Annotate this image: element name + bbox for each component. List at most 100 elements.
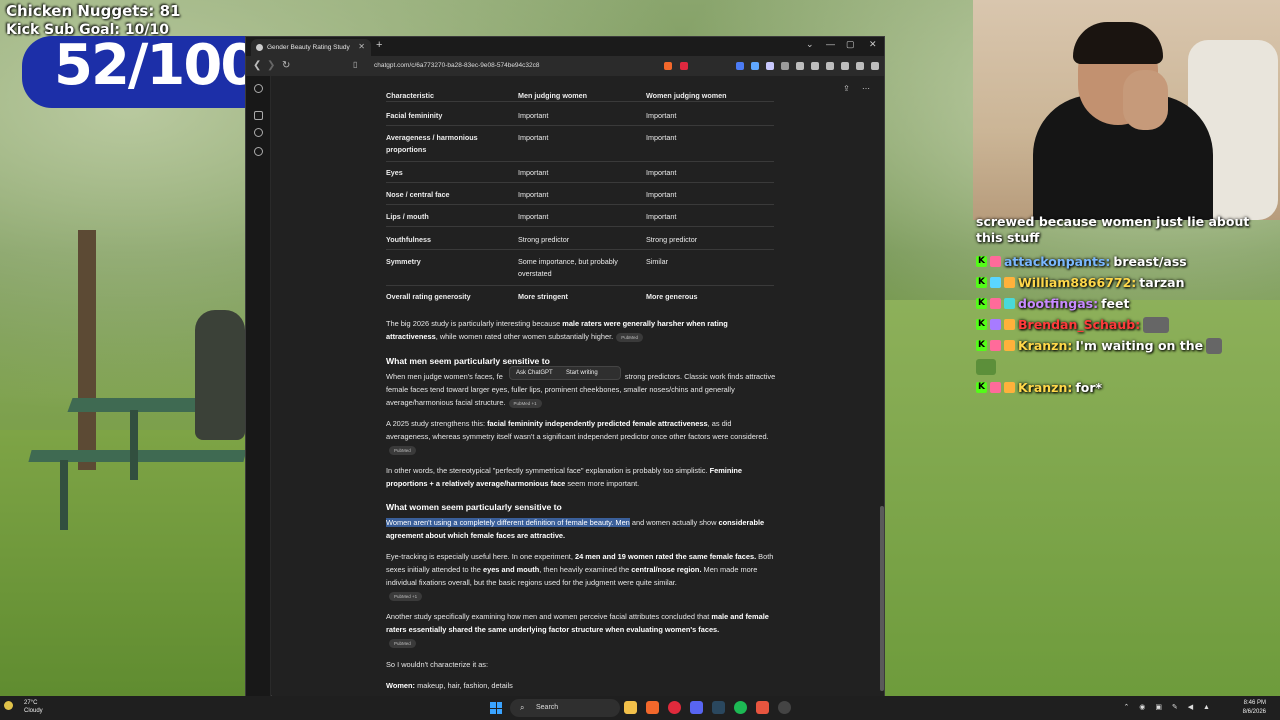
table-cell: Important	[518, 212, 549, 221]
chat-message: K Kranzn: for*	[976, 377, 1276, 398]
sub-badge-icon	[990, 298, 1001, 309]
kick-badge-icon: K	[976, 340, 987, 351]
chat-message-emote-row	[976, 356, 1276, 377]
sub-badge-icon	[990, 382, 1001, 393]
table-cell: Some importance, but probably overstated	[518, 257, 618, 278]
tab-close-icon[interactable]: ✕	[358, 42, 365, 51]
paragraph: Eye-tracking is especially useful here. …	[386, 550, 776, 603]
brave-shield-icon[interactable]	[664, 62, 672, 70]
moderator-badge-icon	[1004, 298, 1015, 309]
chatgpt-favicon-icon	[256, 44, 263, 51]
maximize-icon[interactable]: ▢	[846, 39, 855, 50]
table-cell: Important	[646, 168, 677, 177]
bench-leg	[60, 460, 68, 530]
start-writing-button[interactable]: Start writing	[566, 370, 598, 376]
paragraph: Women: makeup, hair, fashion, details	[386, 679, 776, 692]
search-icon[interactable]	[254, 128, 263, 137]
cloud-icon	[4, 701, 13, 710]
citation-pill[interactable]: PubMed +1	[508, 398, 542, 408]
forward-icon[interactable]: ❯	[267, 60, 275, 71]
sidebar-toggle-icon[interactable]	[811, 62, 819, 70]
app-icon[interactable]	[756, 701, 769, 714]
brave-rewards-icon[interactable]	[680, 62, 688, 70]
steam-icon[interactable]	[712, 701, 725, 714]
close-window-icon[interactable]: ✕	[869, 39, 877, 50]
kick-badge-icon: K	[976, 382, 987, 393]
chatgpt-logo-icon[interactable]	[254, 84, 263, 93]
sub-badge-icon	[990, 319, 1001, 330]
address-bar-row: ❮ ❯ ↻ ▯ chatgpt.com/c/6a773270-ba28-83ec…	[246, 56, 884, 76]
kick-badge-icon: K	[976, 298, 987, 309]
sub-badge-icon	[990, 256, 1001, 267]
chatgpt-sidebar	[246, 76, 271, 696]
weather-widget[interactable]: 27°C Cloudy	[4, 699, 43, 715]
text: In other words, the stereotypical "perfe…	[386, 466, 710, 475]
table-cell: Important	[646, 133, 677, 142]
emote-icon	[1206, 337, 1223, 354]
table-row: Overall rating generosity More stringent…	[386, 291, 774, 307]
tab-active[interactable]: Gender Beauty Rating Study ✕	[251, 39, 371, 56]
text: Eye-tracking is especially useful here. …	[386, 552, 575, 561]
obs-icon[interactable]	[778, 701, 791, 714]
minimize-icon[interactable]: —	[826, 39, 835, 49]
opera-icon[interactable]	[668, 701, 681, 714]
text: seem more important.	[565, 479, 640, 489]
frog-emote-icon	[976, 358, 996, 375]
citation-pill[interactable]: PubMed +1	[389, 592, 423, 602]
tab-title: Gender Beauty Rating Study	[267, 44, 350, 51]
table-cell: Important	[518, 111, 549, 120]
citation-pill[interactable]: PubMed	[616, 332, 643, 342]
more-options-icon[interactable]: ⋯	[862, 84, 870, 93]
url-field[interactable]: chatgpt.com/c/6a773270-ba28-83ec-9e08-57…	[364, 59, 664, 73]
weather-temp: 27°C	[24, 700, 38, 706]
chat-username: William8866772:	[1018, 275, 1137, 290]
chat-message: K William8866772: tarzan	[976, 272, 1276, 293]
spotify-icon[interactable]	[734, 701, 747, 714]
extension-icon[interactable]	[751, 62, 759, 70]
section-heading: What men seem particularly sensitive to	[386, 356, 550, 366]
share-icon[interactable]: ⇪	[843, 84, 850, 93]
text: makeup, hair, fashion, details	[415, 681, 513, 690]
chats-icon[interactable]	[254, 147, 263, 156]
bench-leg	[130, 410, 138, 480]
new-chat-icon[interactable]	[254, 111, 263, 120]
extension-icon[interactable]	[766, 62, 774, 70]
citation-pill[interactable]: PubMed	[389, 638, 416, 648]
taskbar-search[interactable]: ⌕ Search	[510, 699, 620, 717]
chat-message-partial: screwed because women just lie about thi…	[976, 214, 1250, 245]
chat-username: Kranzn:	[1018, 338, 1073, 353]
clock[interactable]: 8:46 PM 8/6/2026	[1243, 699, 1266, 717]
chat-username: Brendan_Schaub:	[1018, 317, 1141, 332]
extension-puzzle-icon[interactable]	[781, 62, 789, 70]
selected-text[interactable]: Women aren't using a completely differen…	[386, 518, 630, 527]
bookmark-icon[interactable]: ▯	[353, 60, 357, 69]
citation-pill[interactable]: PubMed	[389, 445, 416, 455]
table-cell: Important	[518, 133, 549, 142]
sub-badge-icon	[990, 340, 1001, 351]
gift-badge-icon	[1004, 382, 1015, 393]
scrollbar[interactable]	[880, 506, 884, 691]
chat-username: dootfingas:	[1018, 296, 1099, 311]
menu-icon[interactable]	[871, 62, 879, 70]
discord-icon[interactable]	[690, 701, 703, 714]
ask-chatgpt-button[interactable]: Ask ChatGPT	[516, 370, 553, 376]
new-tab-icon[interactable]: +	[376, 39, 382, 51]
wallet-icon[interactable]	[841, 62, 849, 70]
brave-browser-icon[interactable]	[646, 701, 659, 714]
table-row: Facial femininity Important Important	[386, 110, 774, 126]
chat-text: I'm waiting on the	[1075, 338, 1204, 353]
start-button-icon[interactable]	[490, 702, 502, 714]
reload-icon[interactable]: ↻	[282, 60, 290, 71]
extension-icon[interactable]	[736, 62, 744, 70]
taskbar: 27°C Cloudy ⌕ Search ⌃ ◉ ▣ ✎ ◀ ▲ 8:46 PM…	[0, 696, 1280, 720]
file-explorer-icon[interactable]	[624, 701, 637, 714]
table-cell: Overall rating generosity	[386, 292, 471, 301]
search-icon: ⌕	[520, 703, 525, 712]
system-tray-icons[interactable]: ⌃ ◉ ▣ ✎ ◀ ▲	[1124, 703, 1215, 711]
tab-list-chevron-icon[interactable]: ⌄	[806, 39, 814, 50]
vpn-icon[interactable]	[856, 62, 864, 70]
extension-icon[interactable]	[826, 62, 834, 70]
extension-icon[interactable]	[796, 62, 804, 70]
table-header: Men judging women	[518, 91, 588, 100]
back-icon[interactable]: ❮	[253, 60, 261, 71]
